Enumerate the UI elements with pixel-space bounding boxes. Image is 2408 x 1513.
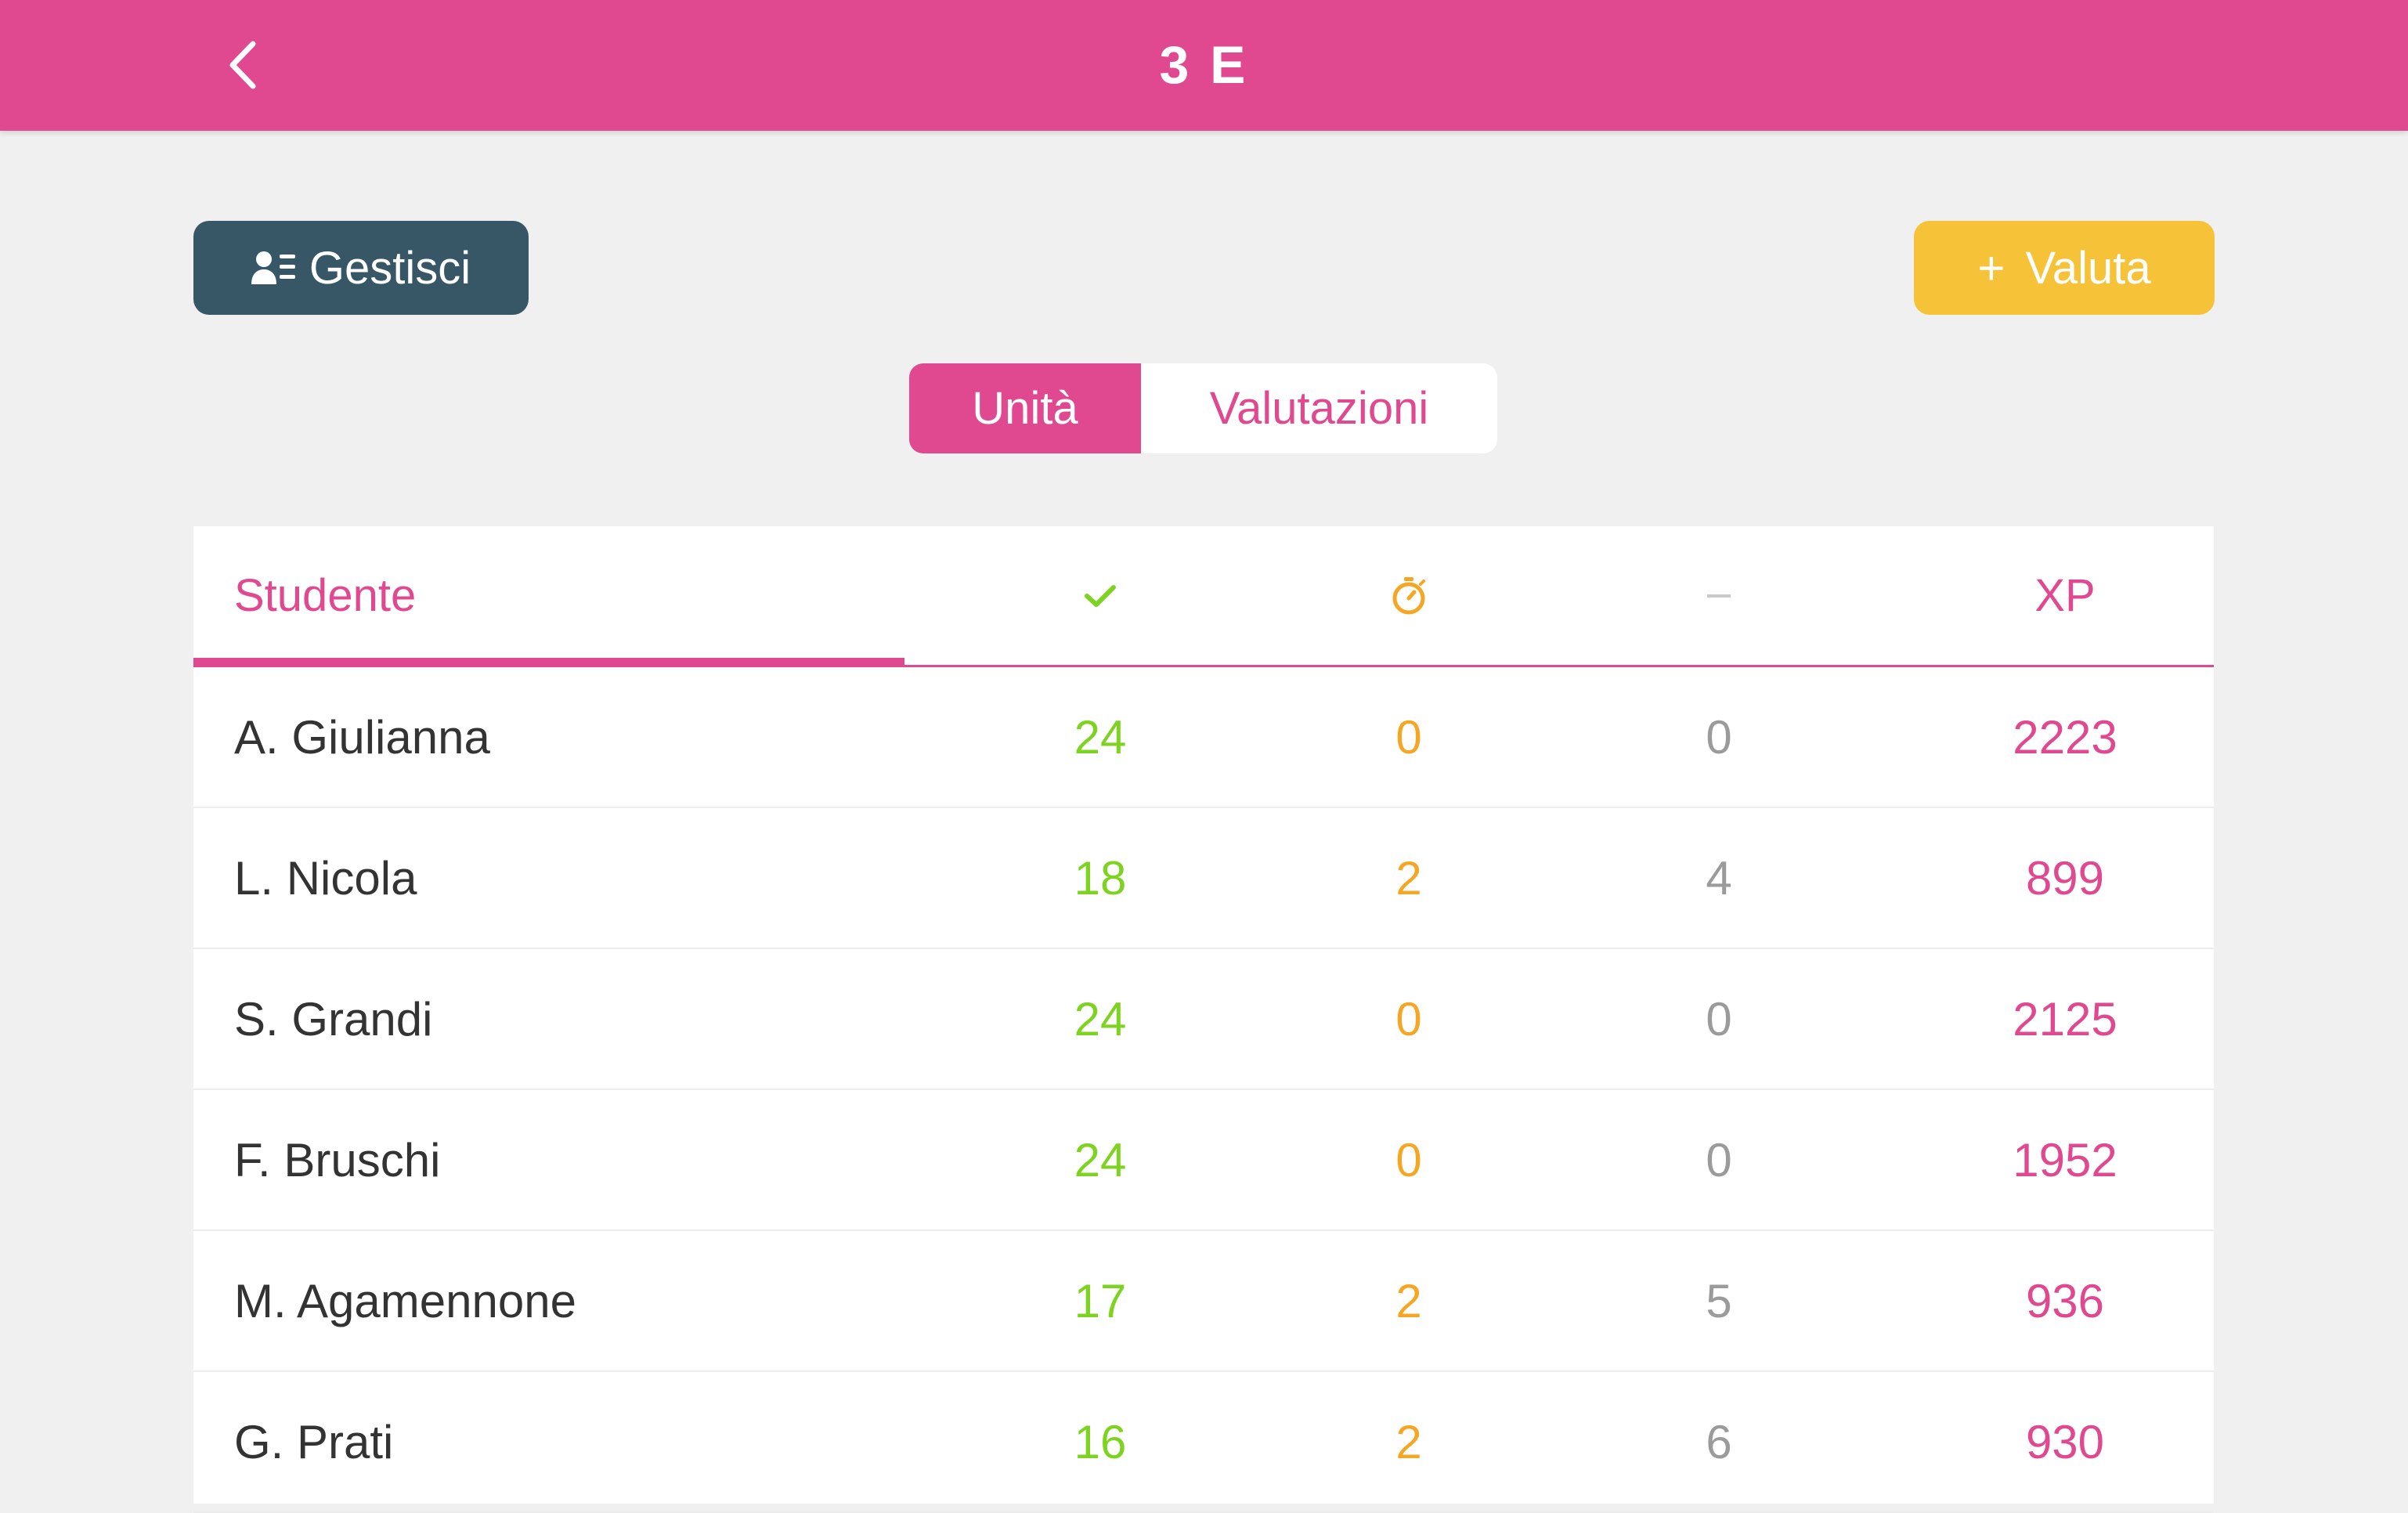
sort-indicator [193,658,904,667]
manage-button[interactable]: Gestisci [193,221,529,315]
manage-button-label: Gestisci [309,242,471,294]
column-header-in-progress[interactable] [1330,526,1487,665]
dash-icon [1707,594,1731,598]
completed-count: 16 [1074,1415,1127,1468]
completed-count: 24 [1074,710,1127,764]
column-header-completed[interactable] [1022,526,1179,665]
xp-value: 1952 [2013,1133,2117,1186]
not-started-count: 0 [1706,992,1732,1045]
table-row[interactable]: F. Bruschi 24 0 0 1952 [193,1090,2214,1231]
column-header-not-started[interactable] [1641,526,1797,665]
xp-value: 930 [2025,1415,2105,1468]
in-progress-count: 2 [1395,1415,1422,1468]
in-progress-count: 0 [1395,1133,1422,1186]
column-header-student[interactable]: Studente [234,526,416,665]
add-evaluation-label: Valuta [2025,242,2151,294]
manage-users-icon [251,251,295,284]
students-table: Studente XP A. Giulianna 24 0 0 2223 L. … [193,526,2214,1513]
not-started-count: 0 [1706,710,1732,764]
xp-value: 936 [2025,1274,2105,1327]
completed-count: 24 [1074,1133,1127,1186]
in-progress-count: 0 [1395,710,1422,764]
xp-value: 2125 [2013,992,2117,1045]
xp-value: 2223 [2013,710,2117,764]
table-row[interactable]: M. Agamennone 17 2 5 936 [193,1231,2214,1372]
student-name: G. Prati [234,1415,394,1468]
student-name: S. Grandi [234,992,433,1045]
view-toggle: Unità Valutazioni [909,363,1497,453]
table-row[interactable]: A. Giulianna 24 0 0 2223 [193,667,2214,808]
completed-count: 24 [1074,992,1127,1045]
page-title: 3 E [1159,35,1249,95]
not-started-count: 6 [1706,1415,1732,1468]
xp-value: 899 [2025,851,2105,905]
student-name: L. Nicola [234,851,417,905]
tab-units[interactable]: Unità [909,363,1141,453]
table-row[interactable]: L. Nicola 18 2 4 899 [193,808,2214,949]
student-name: F. Bruschi [234,1133,441,1186]
table-row[interactable]: S. Grandi 24 0 0 2125 [193,949,2214,1090]
check-icon [1085,584,1116,607]
not-started-count: 4 [1706,851,1732,905]
in-progress-count: 2 [1395,1274,1422,1327]
stopwatch-icon [1392,576,1425,614]
tab-evaluations[interactable]: Valutazioni [1141,363,1497,453]
completed-count: 17 [1074,1274,1127,1327]
in-progress-count: 0 [1395,992,1422,1045]
table-header: Studente XP [193,526,2214,667]
column-header-xp[interactable]: XP [1948,526,2182,665]
completed-count: 18 [1074,851,1127,905]
not-started-count: 0 [1706,1133,1732,1186]
table-row[interactable]: G. Prati 16 2 6 930 [193,1372,2214,1513]
top-bar: 3 E [0,0,2408,131]
plus-icon: + [1977,241,2005,294]
student-name: A. Giulianna [234,710,490,764]
in-progress-count: 2 [1395,851,1422,905]
student-name: M. Agamennone [234,1274,576,1327]
not-started-count: 5 [1706,1274,1732,1327]
add-evaluation-button[interactable]: + Valuta [1914,221,2215,315]
